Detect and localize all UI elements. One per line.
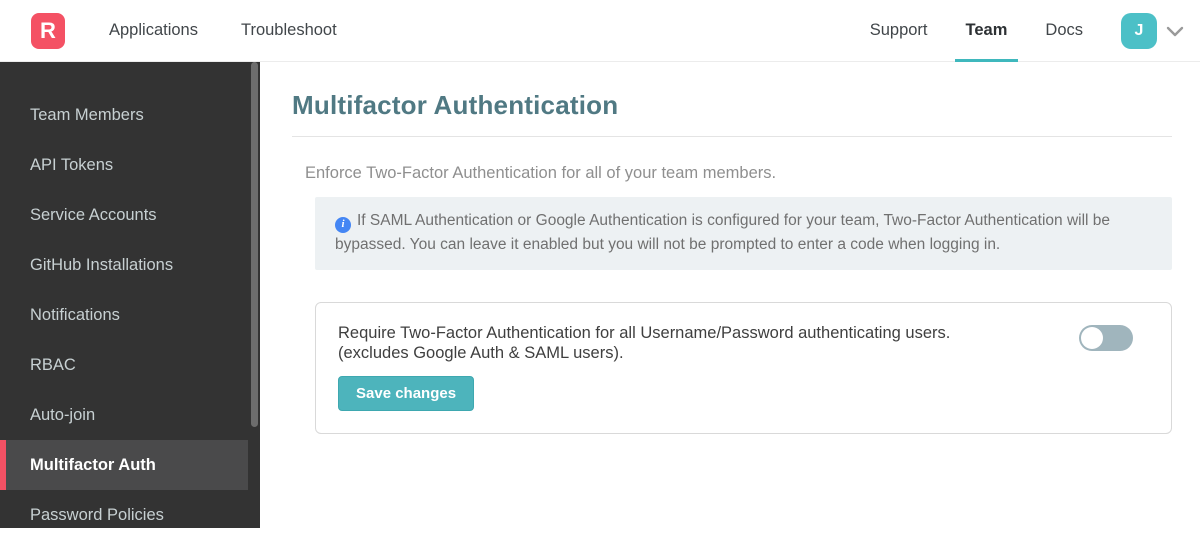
nav-link-team[interactable]: Team [954, 0, 1019, 62]
save-changes-button[interactable]: Save changes [338, 376, 475, 412]
rollbar-logo-icon[interactable]: R [31, 12, 65, 49]
toggle-knob [1081, 327, 1103, 350]
setting-label-line2: (excludes Google Auth & SAML users). [338, 344, 624, 363]
sidebar-item-team-members[interactable]: Team Members [0, 90, 260, 140]
navbar-left-links: Applications Troubleshoot [109, 0, 380, 62]
sidebar-item-rbac[interactable]: RBAC [0, 340, 260, 390]
setting-label-line1: Require Two-Factor Authentication for al… [338, 324, 951, 343]
title-divider [292, 136, 1172, 137]
sidebar-item-service-accounts[interactable]: Service Accounts [0, 190, 260, 240]
mfa-setting-card: Require Two-Factor Authentication for al… [315, 302, 1172, 435]
sidebar-item-api-tokens[interactable]: API Tokens [0, 140, 260, 190]
main-content: Multifactor Authentication Enforce Two-F… [260, 62, 1200, 528]
sidebar-item-multifactor-auth[interactable]: Multifactor Auth [0, 440, 248, 490]
navbar-right-links: Support Team Docs J [832, 0, 1184, 62]
top-navbar: R Applications Troubleshoot Support Team… [0, 0, 1200, 62]
section-description: Enforce Two-Factor Authentication for al… [305, 164, 777, 182]
info-note-box: i If SAML Authentication or Google Authen… [315, 197, 1172, 271]
nav-link-support[interactable]: Support [870, 0, 928, 62]
sidebar-item-notifications[interactable]: Notifications [0, 290, 260, 340]
page-title: Multifactor Authentication [292, 90, 619, 120]
sidebar-item-password-policies[interactable]: Password Policies [0, 490, 260, 540]
settings-sidebar: Team Members API Tokens Service Accounts… [0, 62, 260, 528]
setting-label: Require Two-Factor Authentication for al… [338, 323, 1149, 363]
nav-link-applications[interactable]: Applications [109, 0, 198, 62]
mfa-toggle-switch[interactable] [1079, 325, 1133, 352]
user-avatar[interactable]: J [1121, 12, 1157, 49]
nav-link-docs[interactable]: Docs [1045, 0, 1083, 62]
info-icon: i [335, 216, 351, 233]
sidebar-scrollbar[interactable] [251, 62, 258, 427]
mfa-section: Enforce Two-Factor Authentication for al… [305, 164, 1172, 435]
nav-link-troubleshoot[interactable]: Troubleshoot [241, 0, 337, 62]
info-note-text: If SAML Authentication or Google Authent… [335, 212, 1111, 254]
sidebar-item-auto-join[interactable]: Auto-join [0, 390, 260, 440]
chevron-down-icon[interactable] [1166, 25, 1184, 37]
sidebar-item-github-installations[interactable]: GitHub Installations [0, 240, 260, 290]
